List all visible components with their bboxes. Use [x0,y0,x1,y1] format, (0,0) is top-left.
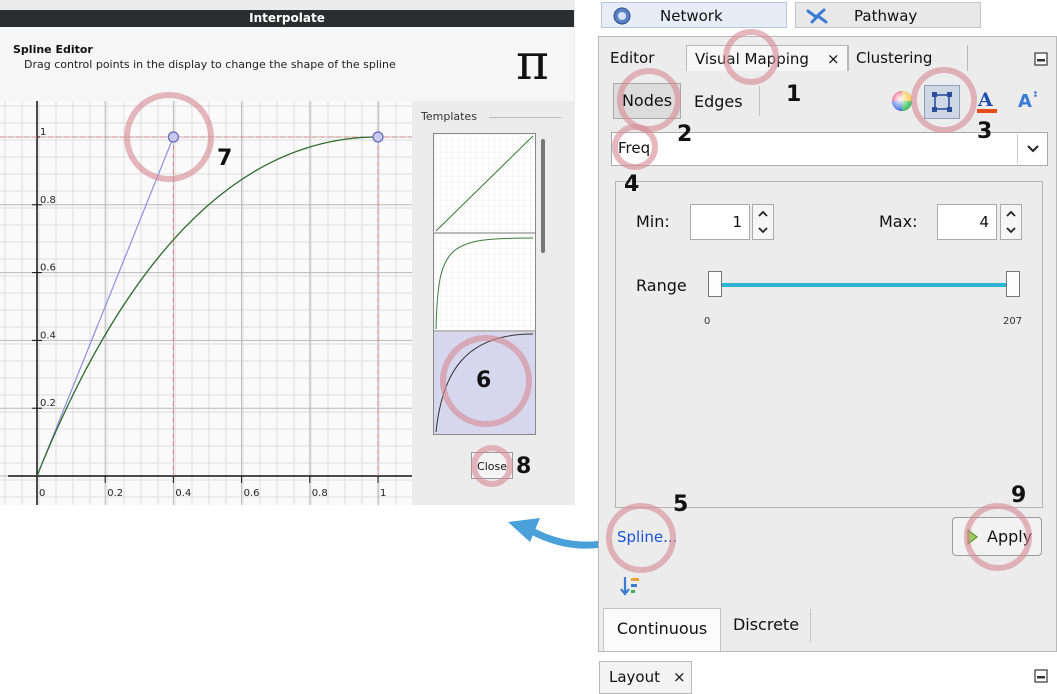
network-tab[interactable]: Network [601,2,787,28]
max-input[interactable]: 4 [937,204,997,240]
svg-text:A: A [977,89,993,111]
y-tick-label: 0.2 [40,398,56,409]
svg-text:↕: ↕ [1032,90,1039,99]
network-tab-label: Network [660,7,723,25]
annotation-ring-4 [612,124,658,170]
annotation-number-3: 3 [977,119,993,144]
x-tick-label: 0.6 [244,488,260,499]
annotation-number-9: 9 [1011,483,1027,508]
slider-min-value: 0 [704,316,711,327]
template-linear[interactable] [434,134,535,234]
pi-icon: π [516,33,549,91]
tab-editor-label: Editor [610,49,655,67]
annotation-number-4: 4 [624,172,640,197]
spline-editor-description: Drag control points in the display to ch… [24,58,396,71]
network-icon [613,7,631,25]
x-tick-label: 0.8 [312,488,328,499]
pathway-icon [806,8,828,24]
annotation-ring-7 [124,92,214,182]
min-input[interactable]: 1 [690,204,750,240]
range-slider-min-thumb[interactable] [708,271,722,297]
end-control-point[interactable] [372,131,384,143]
attribute-dropdown-button[interactable] [1017,134,1048,164]
min-label: Min: [636,212,670,231]
label-color-icon[interactable]: A [975,88,999,114]
svg-text:A: A [1018,91,1032,112]
font-size-icon[interactable]: A ↕ [1016,88,1042,112]
min-stepper[interactable] [752,204,774,240]
y-tick-label: 0.4 [40,330,56,341]
templates-label: Templates [421,110,477,123]
layout-minimize-icon[interactable] [1034,669,1048,683]
dialog-title: Interpolate [0,10,574,27]
pathway-tab-label: Pathway [854,7,918,25]
range-label: Range [636,276,687,295]
tab-clustering-label: Clustering [856,49,933,67]
max-stepper[interactable] [1000,204,1022,240]
annotation-number-7: 7 [217,146,233,171]
layout-tab-close-icon[interactable]: × [673,662,686,693]
x-tick-label: 1 [380,488,386,499]
layout-tab[interactable]: Layout × [599,661,692,694]
plot-guides [0,136,412,476]
y-tick-label: 0.8 [40,195,56,206]
range-slider-track[interactable] [716,283,1019,287]
tab-discrete[interactable]: Discrete [722,609,811,642]
templates-scrollbar[interactable] [541,139,545,253]
annotation-ring-2 [617,68,681,132]
x-tick-label: 0.2 [107,488,123,499]
spline-editor-heading: Spline Editor [13,43,93,56]
pathway-tab[interactable]: Pathway [795,2,981,28]
x-tick-label: 0.4 [175,488,191,499]
slider-max-value: 207 [1003,316,1023,327]
template-saturating[interactable] [434,234,535,332]
chevron-down-icon [1027,145,1039,153]
layout-tab-label: Layout [609,668,660,686]
edges-toggle[interactable]: Edges [694,92,743,111]
templates-divider [489,117,561,118]
tab-close-icon[interactable]: × [827,47,840,71]
annotation-ring-3 [911,67,977,133]
spline-curve [36,136,379,477]
annotation-number-2: 2 [677,122,693,147]
max-label: Max: [879,212,918,231]
annotation-number-6: 6 [476,368,492,393]
annotation-number-1: 1 [786,82,802,107]
annotation-ring-8 [471,445,513,487]
annotation-ring-9 [964,503,1032,571]
minimize-icon[interactable] [1034,52,1048,66]
toggle-divider [759,86,760,116]
y-tick-label: 0.6 [40,263,56,274]
stepper-arrows-icon [1006,210,1016,234]
y-tick-label: 1 [40,127,46,138]
annotation-ring-5 [606,503,676,573]
x-tick-label: 0 [39,488,45,499]
plot-axes [8,101,412,505]
range-slider-max-thumb[interactable] [1006,271,1020,297]
annotation-number-5: 5 [673,492,689,517]
sort-icon[interactable] [619,575,641,597]
stepper-arrows-icon [758,210,768,234]
tab-continuous[interactable]: Continuous [603,608,721,651]
annotation-number-8: 8 [516,454,532,479]
tab-editor[interactable]: Editor [601,45,687,71]
annotation-ring-1 [723,29,779,85]
